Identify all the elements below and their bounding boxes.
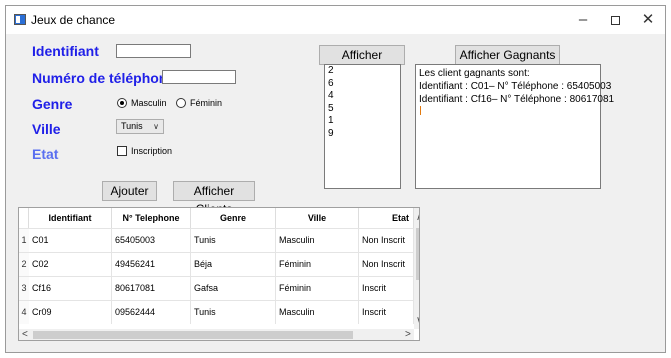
scroll-left-icon[interactable]: < [22, 330, 28, 340]
identifiant-input[interactable] [116, 44, 191, 58]
radio-masculin[interactable] [117, 98, 127, 108]
radio-feminin[interactable] [176, 98, 186, 108]
gagnants-line: Les client gagnants sont: [419, 68, 530, 79]
table-cell[interactable]: 09562444 [112, 301, 191, 324]
app-window-icon [14, 14, 26, 25]
scroll-right-icon[interactable]: > [405, 330, 411, 340]
table-cell[interactable]: Béja [191, 253, 276, 276]
afficher-gagnants-button[interactable]: Afficher Gagnants [455, 45, 560, 65]
text-caret [420, 106, 421, 115]
inscription-label: Inscription [131, 146, 173, 156]
scroll-up-icon[interactable]: ∧ [416, 213, 419, 223]
chevron-down-icon: ∨ [153, 122, 159, 131]
afficher-chance-button[interactable]: Afficher Chance [319, 45, 405, 80]
masculin-label: Masculin [131, 98, 167, 108]
table-cell[interactable]: Tunis [191, 229, 276, 252]
column-header[interactable]: Etat [359, 208, 414, 228]
table-row[interactable]: 3 Cf16 80617081 Gafsa Féminin Inscrit [19, 276, 414, 300]
close-icon[interactable]: ✕ [636, 10, 660, 30]
maximize-icon[interactable] [603, 10, 627, 30]
ville-label: Ville [32, 121, 61, 137]
phone-label: Numéro de téléphone [32, 70, 176, 86]
list-item: 5 [328, 102, 334, 114]
app-window: Jeux de chance – ✕ Identifiant Numéro de… [5, 5, 666, 353]
list-item: 4 [328, 90, 334, 101]
table-cell[interactable]: 49456241 [112, 253, 191, 276]
horizontal-scrollbar[interactable]: < > [19, 329, 414, 340]
column-header[interactable]: Genre [191, 208, 276, 228]
gagnants-line: Identifiant : Cf16– N° Téléphone : 80617… [419, 94, 615, 105]
row-number: 4 [19, 301, 29, 324]
afficher-clients-button[interactable]: Afficher Clients [173, 181, 255, 216]
horizontal-scroll-thumb[interactable] [33, 331, 353, 339]
table-cell[interactable]: Inscrit [359, 301, 414, 324]
table-cell[interactable]: Féminin [276, 253, 359, 276]
phone-input[interactable] [162, 70, 236, 84]
table-cell[interactable]: Cr09 [29, 301, 112, 324]
table-cell[interactable]: Non Inscrit [359, 253, 414, 276]
table-cell[interactable]: C02 [29, 253, 112, 276]
table-cell[interactable]: Non Inscrit [359, 229, 414, 252]
ville-selected-value: Tunis [121, 121, 143, 131]
column-header[interactable]: Identifiant [29, 208, 112, 228]
table-row[interactable]: 2 C02 49456241 Béja Féminin Non Inscrit [19, 252, 414, 276]
list-item: 2 [328, 65, 334, 76]
genre-label: Genre [32, 96, 73, 112]
table-cell[interactable]: Tunis [191, 301, 276, 324]
ajouter-button[interactable]: Ajouter [102, 181, 157, 201]
list-item: 1 [328, 115, 334, 126]
scroll-down-icon[interactable]: ∨ [416, 316, 419, 326]
clients-table[interactable]: Identifiant N° Telephone Genre Ville Eta… [18, 207, 420, 341]
list-item: 6 [328, 77, 334, 89]
feminin-label: Féminin [190, 98, 223, 108]
table-cell[interactable]: Féminin [276, 277, 359, 300]
title-bar: Jeux de chance – ✕ [6, 6, 665, 34]
identifiant-label: Identifiant [32, 43, 99, 59]
chance-list[interactable]: 2 6 4 5 1 9 [324, 64, 401, 189]
row-number-header [19, 208, 29, 228]
table-cell[interactable]: 80617081 [112, 277, 191, 300]
row-number: 2 [19, 253, 29, 276]
inscription-checkbox[interactable] [117, 146, 127, 156]
table-cell[interactable]: Gafsa [191, 277, 276, 300]
etat-label: Etat [32, 146, 59, 162]
row-number: 1 [19, 229, 29, 252]
table-row[interactable]: 1 C01 65405003 Tunis Masculin Non Inscri… [19, 228, 414, 252]
table-cell[interactable]: Masculin [276, 301, 359, 324]
vertical-scrollbar[interactable]: ∧ ∨ [414, 208, 419, 329]
minimize-icon[interactable]: – [571, 10, 595, 30]
table-cell[interactable]: Masculin [276, 229, 359, 252]
window-title: Jeux de chance [31, 13, 116, 27]
table-cell[interactable]: C01 [29, 229, 112, 252]
table-cell[interactable]: 65405003 [112, 229, 191, 252]
table-row[interactable]: 4 Cr09 09562444 Tunis Masculin Inscrit [19, 300, 414, 324]
table-header: Identifiant N° Telephone Genre Ville Eta… [19, 208, 414, 228]
gagnants-textbox[interactable]: Les client gagnants sont: Identifiant : … [415, 64, 615, 189]
table-cell[interactable]: Cf16 [29, 277, 112, 300]
column-header[interactable]: N° Telephone [112, 208, 191, 228]
gagnants-line: Identifiant : C01– N° Téléphone : 654050… [419, 81, 612, 92]
ville-select[interactable]: Tunis ∨ [116, 119, 164, 134]
list-item: 9 [328, 127, 334, 139]
vertical-scroll-thumb[interactable] [416, 228, 419, 280]
row-number: 3 [19, 277, 29, 300]
table-cell[interactable]: Inscrit [359, 277, 414, 300]
column-header[interactable]: Ville [276, 208, 359, 228]
